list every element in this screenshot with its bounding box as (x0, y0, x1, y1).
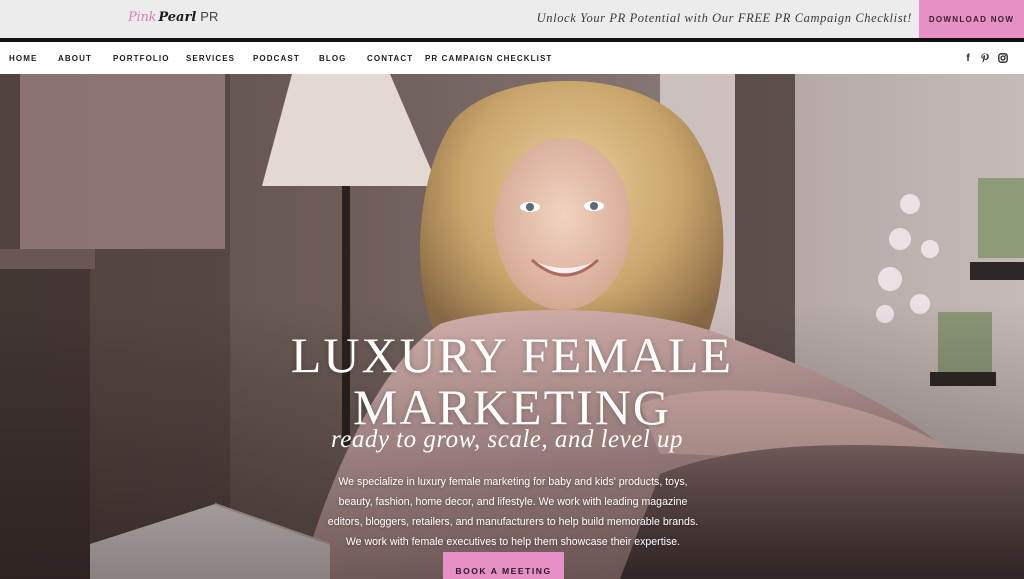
hero-description: We specialize in luxury female marketing… (327, 475, 699, 548)
site-logo[interactable]: Pink Pearl PR (128, 9, 218, 29)
instagram-icon[interactable] (997, 51, 1009, 65)
facebook-icon[interactable]: f (962, 51, 974, 65)
nav-item-blog[interactable]: BLOG (319, 54, 347, 63)
hero-title-line-2: MARKETING (353, 379, 671, 435)
book-a-meeting-button[interactable]: BOOK A MEETING (443, 552, 564, 579)
promo-text: Unlock Your PR Potential with Our FREE P… (536, 11, 912, 25)
main-nav: HOME ABOUT PORTFOLIO SERVICES PODCAST BL… (0, 42, 1024, 74)
nav-item-podcast[interactable]: PODCAST (253, 54, 300, 63)
logo-pink-text: Pink (128, 10, 157, 25)
hero-subtitle: ready to grow, scale, and level up (330, 426, 684, 453)
nav-item-portfolio[interactable]: PORTFOLIO (113, 54, 170, 63)
nav-item-home[interactable]: HOME (9, 54, 37, 63)
nav-item-pr-campaign-checklist[interactable]: PR CAMPAIGN CHECKLIST (425, 54, 552, 63)
download-now-button[interactable]: DOWNLOAD NOW (919, 0, 1024, 38)
logo-pr-text: PR (200, 9, 219, 24)
hero-section: LUXURY FEMALE MARKETING ready to grow, s… (0, 74, 1024, 579)
announcement-bar: Pink Pearl PR Unlock Your PR Potential w… (0, 0, 1024, 38)
hero-title-line-1: LUXURY FEMALE (290, 327, 734, 383)
nav-item-about[interactable]: ABOUT (58, 54, 92, 63)
logo-pearl-text: Pearl (158, 10, 197, 25)
pinterest-icon[interactable] (979, 51, 991, 65)
nav-item-services[interactable]: SERVICES (186, 54, 235, 63)
nav-item-contact[interactable]: CONTACT (367, 54, 413, 63)
